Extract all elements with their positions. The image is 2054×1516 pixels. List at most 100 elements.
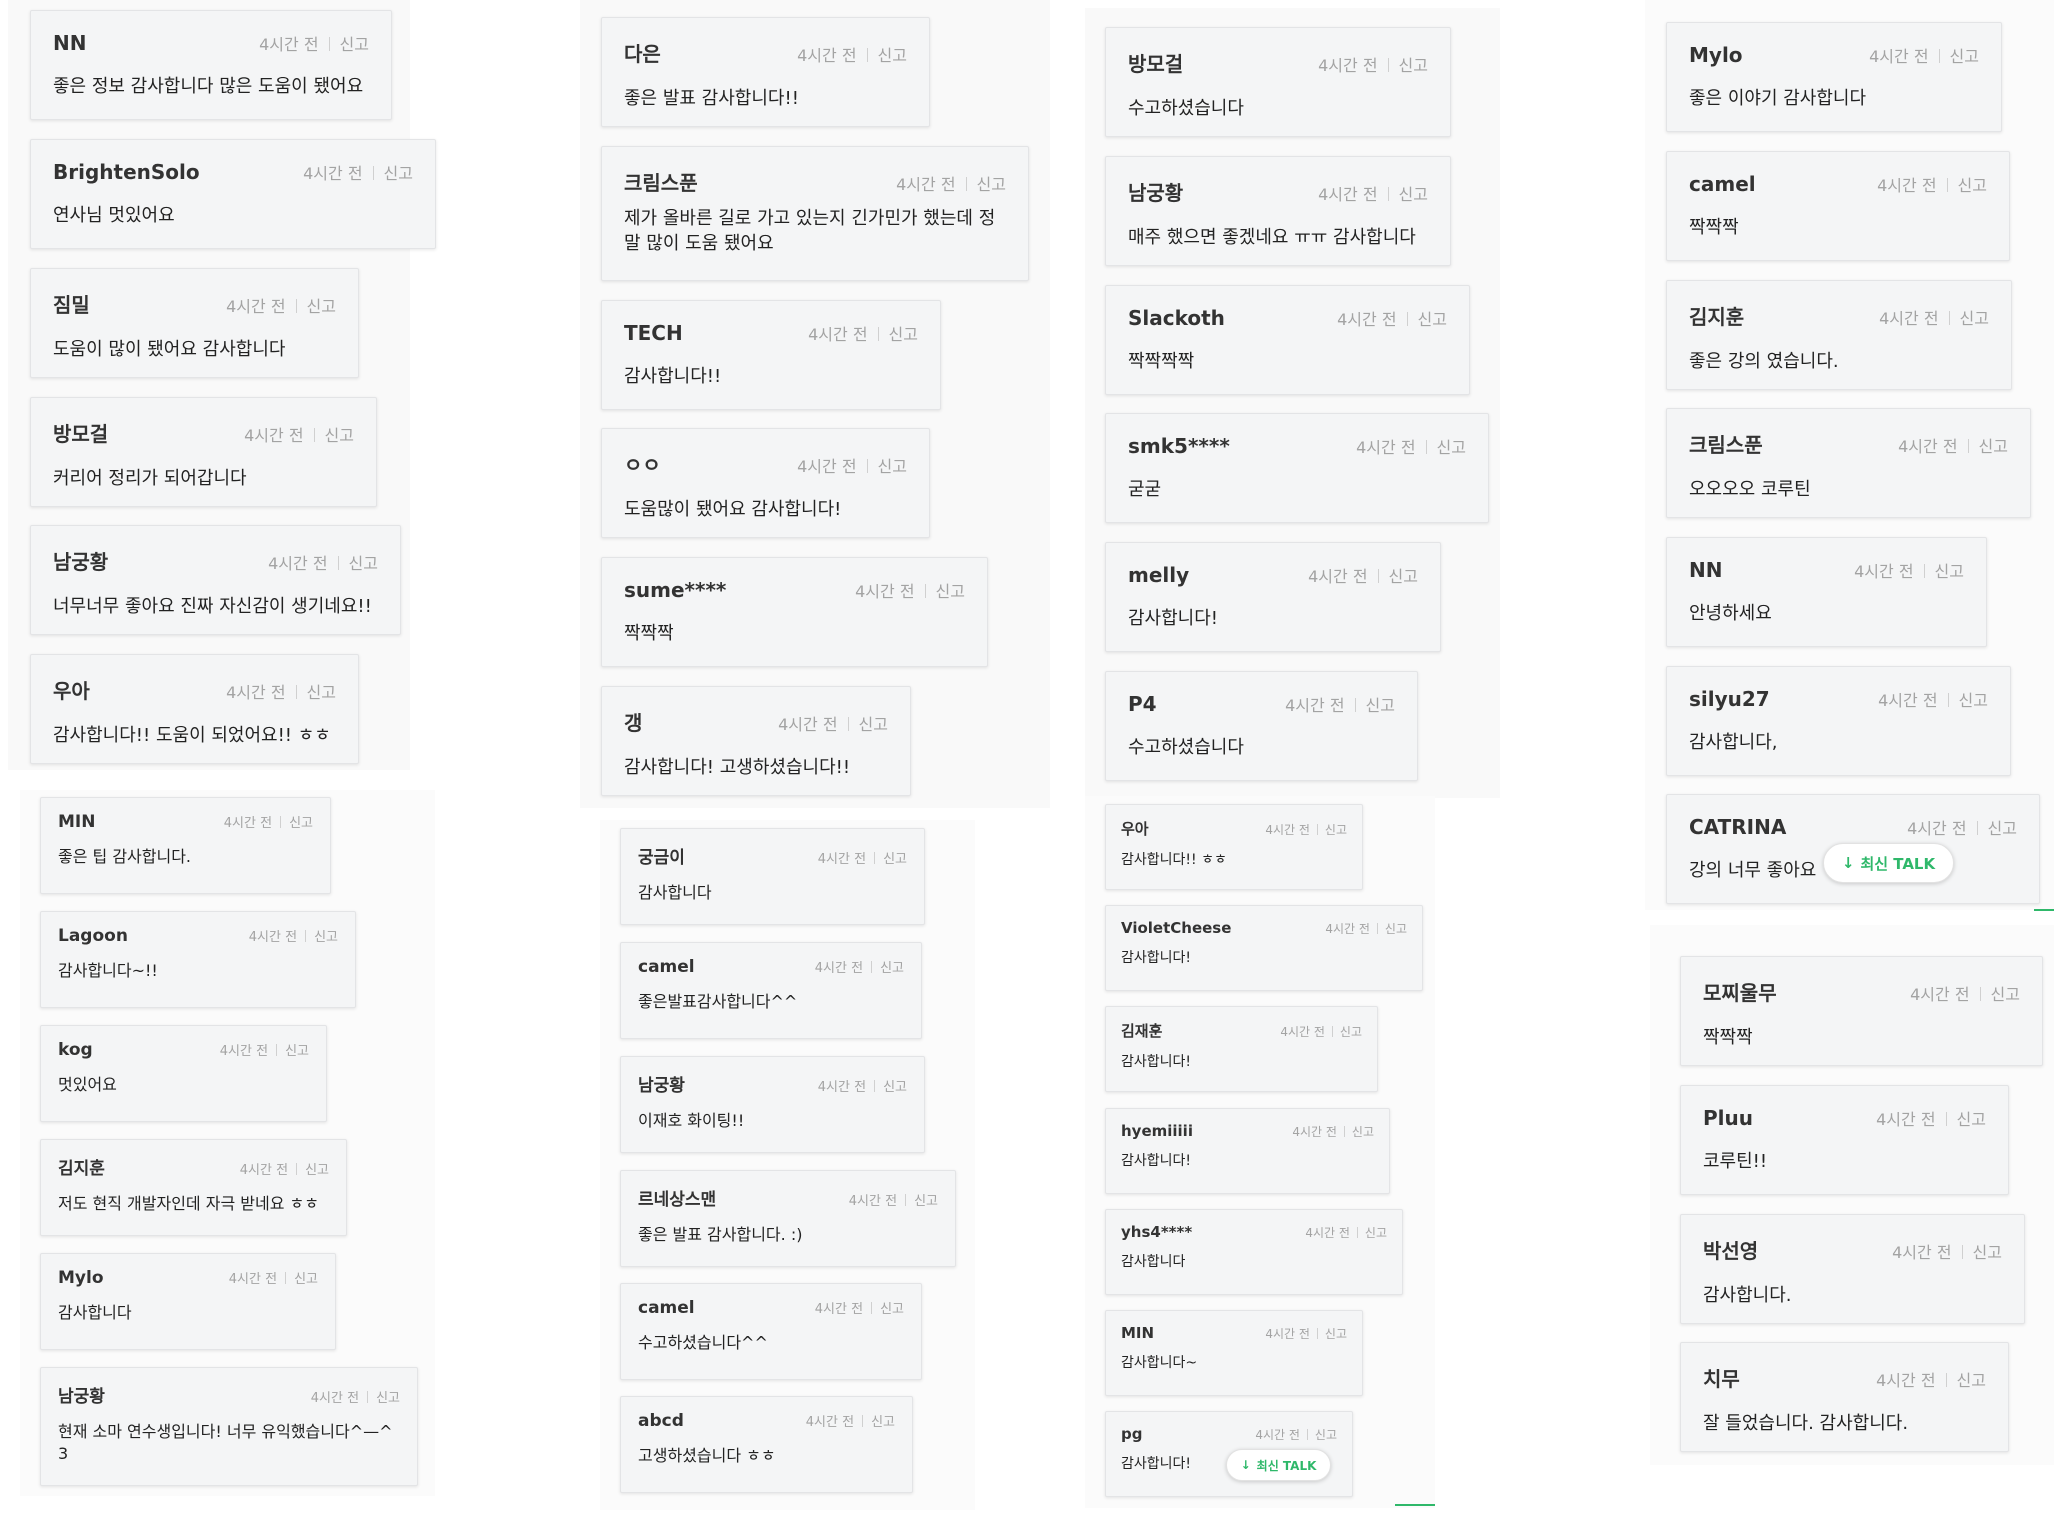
report-link[interactable]: 신고 <box>289 816 313 831</box>
comment-message: 멋있어요 <box>58 1075 117 1094</box>
report-link[interactable]: 신고 <box>1958 176 1987 195</box>
comment-bubble: 남궁황 4시간 전 신고 이재호 화이팅!! <box>620 1056 925 1153</box>
comment-time: 4시간 전 <box>1255 1428 1300 1442</box>
report-link[interactable]: 신고 <box>1973 1243 2002 1262</box>
comment-time: 4시간 전 <box>303 164 363 183</box>
report-link[interactable]: 신고 <box>1960 309 1989 328</box>
report-link[interactable]: 신고 <box>1957 1110 1986 1129</box>
divider <box>877 327 879 341</box>
report-link[interactable]: 신고 <box>1991 985 2020 1004</box>
report-link[interactable]: 신고 <box>1957 1371 1986 1390</box>
report-link[interactable]: 신고 <box>1988 819 2017 838</box>
comment-author: smk5**** <box>1128 434 1230 458</box>
comment-bubble: camel 4시간 전 신고 좋은발표감사합니다^^ <box>620 942 922 1039</box>
comment-author: camel <box>638 1298 695 1318</box>
comment-message: 좋은 강의 였습니다. <box>1689 351 1839 372</box>
comment-bubble: NN 4시간 전 신고 좋은 정보 감사합니다 많은 도움이 됐어요 <box>30 10 392 120</box>
comment-time: 4시간 전 <box>896 175 956 194</box>
report-link[interactable]: 신고 <box>1366 696 1395 715</box>
divider <box>367 1391 369 1403</box>
comment-message: 감사합니다. <box>1703 1285 1792 1306</box>
report-link[interactable]: 신고 <box>294 1272 318 1287</box>
divider <box>924 584 926 598</box>
report-link[interactable]: 신고 <box>1325 1327 1347 1341</box>
comment-time: 4시간 전 <box>1892 1243 1952 1262</box>
report-link[interactable]: 신고 <box>1389 567 1418 586</box>
report-link[interactable]: 신고 <box>871 1415 895 1430</box>
report-link[interactable]: 신고 <box>349 554 378 573</box>
comment-message: 감사합니다! 고생하셨습니다!! <box>624 757 851 778</box>
report-link[interactable]: 신고 <box>889 325 918 344</box>
report-link[interactable]: 신고 <box>1325 823 1347 837</box>
comment-bubble: Mylo 4시간 전 신고 좋은 이야기 감사합니다 <box>1666 22 2002 132</box>
report-link[interactable]: 신고 <box>1437 438 1466 457</box>
divider <box>1316 824 1318 835</box>
report-link[interactable]: 신고 <box>883 852 907 867</box>
report-link[interactable]: 신고 <box>878 46 907 65</box>
comment-author: 우아 <box>1121 820 1149 838</box>
comment-time: 4시간 전 <box>310 1391 360 1406</box>
comment-message: 오오오오 코루틴 <box>1689 479 1811 500</box>
report-link[interactable]: 신고 <box>977 175 1006 194</box>
comment-bubble: 방모걸 4시간 전 신고 수고하셨습니다 <box>1105 27 1451 137</box>
report-link[interactable]: 신고 <box>1399 56 1428 75</box>
comment-time: 4시간 전 <box>1318 185 1378 204</box>
report-link[interactable]: 신고 <box>305 1163 329 1178</box>
report-link[interactable]: 신고 <box>340 35 369 54</box>
report-link[interactable]: 신고 <box>883 1080 907 1095</box>
report-link[interactable]: 신고 <box>1418 310 1447 329</box>
comment-message: 감사합니다!! 도움이 되었어요!! ㅎㅎ <box>53 725 331 746</box>
comment-author: yhs4**** <box>1121 1223 1193 1241</box>
comment-bubble: 궁금이 4시간 전 신고 감사합니다 <box>620 828 925 925</box>
comment-time: 4시간 전 <box>1265 1327 1310 1341</box>
report-link[interactable]: 신고 <box>314 930 338 945</box>
report-link[interactable]: 신고 <box>1399 185 1428 204</box>
report-link[interactable]: 신고 <box>384 164 413 183</box>
report-link[interactable]: 신고 <box>1950 47 1979 66</box>
report-link[interactable]: 신고 <box>285 1044 309 1059</box>
report-link[interactable]: 신고 <box>880 961 904 976</box>
report-link[interactable]: 신고 <box>1365 1226 1387 1240</box>
divider <box>337 556 339 570</box>
comment-author: P4 <box>1128 692 1157 716</box>
comment-author: 남궁황 <box>1128 181 1184 205</box>
comment-author: 갱 <box>624 711 643 735</box>
report-link[interactable]: 신고 <box>1935 562 1964 581</box>
divider <box>305 930 307 942</box>
comment-time: 4시간 전 <box>226 683 286 702</box>
latest-talk-button[interactable]: ↓ 최신 TALK <box>1226 1449 1331 1481</box>
comment-time: 4시간 전 <box>1325 922 1370 936</box>
comment-author: sume**** <box>624 578 727 602</box>
divider <box>1979 987 1981 1001</box>
report-link[interactable]: 신고 <box>1979 437 2008 456</box>
comment-time: 4시간 전 <box>778 715 838 734</box>
comment-author: MIN <box>1121 1324 1155 1342</box>
divider <box>871 961 873 973</box>
report-link[interactable]: 신고 <box>1340 1025 1362 1039</box>
report-link[interactable]: 신고 <box>914 1194 938 1209</box>
report-link[interactable]: 신고 <box>307 297 336 316</box>
comment-author: MIN <box>58 812 96 832</box>
comment-author: 크림스푼 <box>1689 433 1763 457</box>
comment-message: 짝짝짝 <box>1689 217 1739 238</box>
report-link[interactable]: 신고 <box>936 582 965 601</box>
report-link[interactable]: 신고 <box>1352 1125 1374 1139</box>
comment-author: 크림스푼 <box>624 171 698 195</box>
comment-message: 굳굳 <box>1128 479 1162 500</box>
divider <box>874 852 876 864</box>
comment-author: VioletCheese <box>1121 919 1232 937</box>
comment-time: 4시간 전 <box>259 35 319 54</box>
latest-talk-button[interactable]: ↓ 최신 TALK <box>1823 843 1954 883</box>
report-link[interactable]: 신고 <box>859 715 888 734</box>
report-link[interactable]: 신고 <box>1315 1428 1337 1442</box>
report-link[interactable]: 신고 <box>878 457 907 476</box>
report-link[interactable]: 신고 <box>1385 922 1407 936</box>
report-link[interactable]: 신고 <box>376 1391 400 1406</box>
divider <box>276 1044 278 1056</box>
report-link[interactable]: 신고 <box>1959 691 1988 710</box>
divider <box>1948 311 1950 325</box>
report-link[interactable]: 신고 <box>880 1302 904 1317</box>
comment-author: NN <box>1689 558 1723 582</box>
report-link[interactable]: 신고 <box>307 683 336 702</box>
report-link[interactable]: 신고 <box>325 426 354 445</box>
